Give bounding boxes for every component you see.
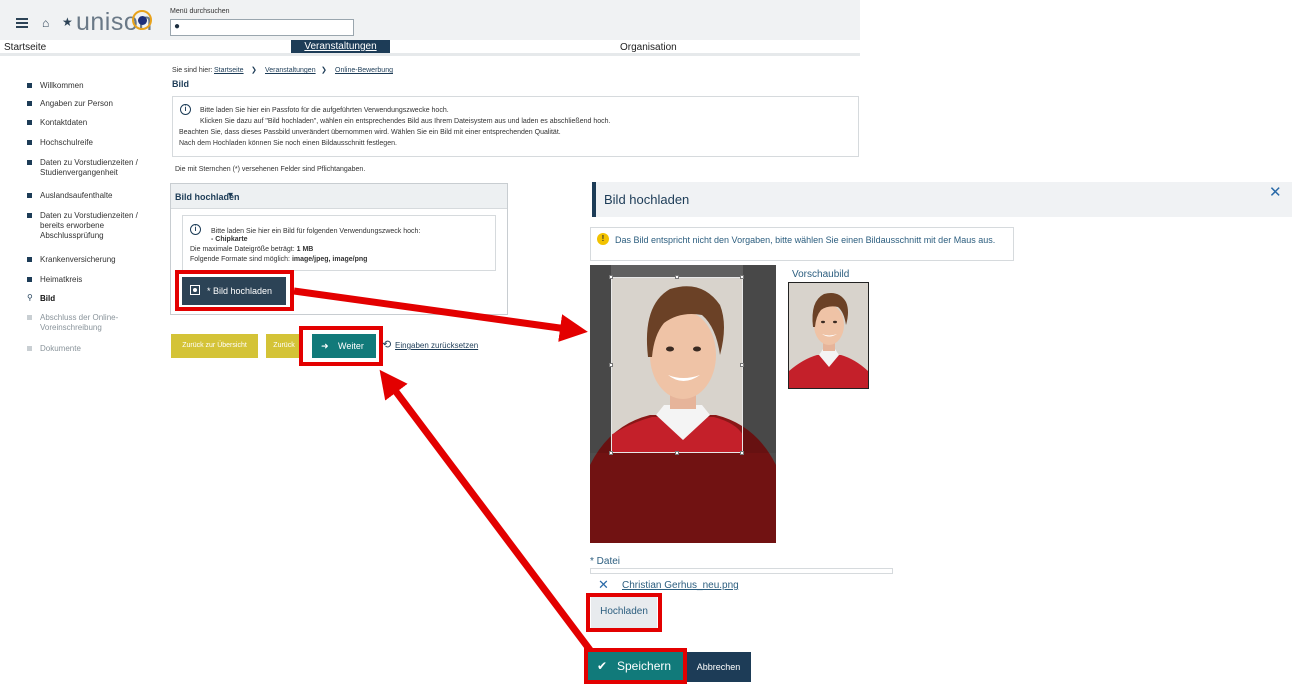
annotation-arrows	[293, 287, 593, 653]
arrow-to-dialog	[293, 287, 588, 342]
arrow-to-weiter	[379, 369, 593, 653]
